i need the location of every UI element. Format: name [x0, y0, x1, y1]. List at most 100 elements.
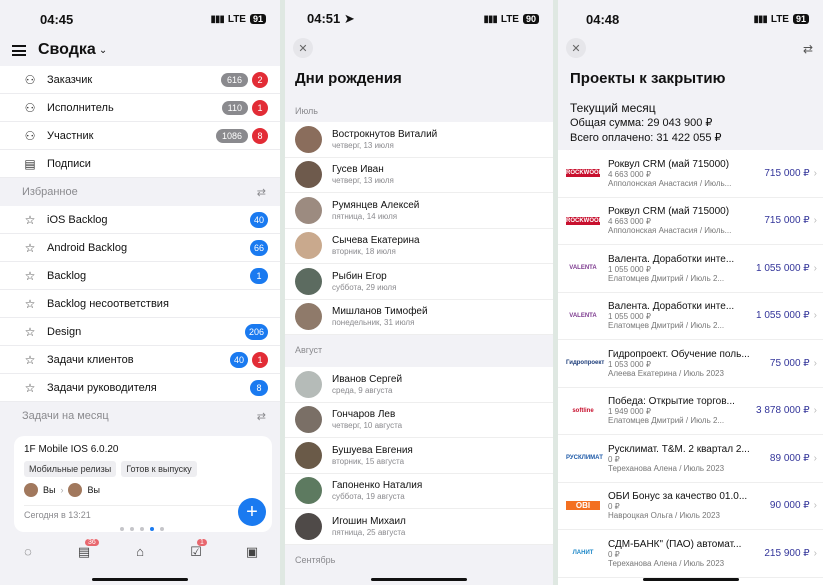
birthday-date: понедельник, 31 июля: [332, 318, 415, 328]
project-row[interactable]: Гидропроект Гидропроект. Обучение поль...…: [558, 340, 823, 388]
total-paid: Всего оплачено: 31 422 055 ₽: [570, 132, 722, 144]
project-row[interactable]: VALENTA Валента. Доработки инте... 1 055 0…: [558, 292, 823, 340]
fav-label: Android Backlog: [47, 241, 128, 254]
close-button[interactable]: ✕: [566, 38, 586, 58]
project-sum: 4 663 000 ₽: [608, 169, 651, 179]
project-row[interactable]: softline Победа: Открытие торгов... 1 949 …: [558, 387, 823, 435]
person-row[interactable]: Сычева Екатерина вторник, 18 июля: [285, 228, 553, 264]
fav-label: Задачи руководителя: [47, 381, 157, 394]
favorites-header: Избранное ⇄: [0, 178, 280, 206]
count-badge: 110: [221, 100, 248, 115]
project-row[interactable]: OBI ОБИ Бонус за качество 01.0... 0 ₽ Навро…: [558, 482, 823, 530]
role-signatures[interactable]: ▤ Подписи: [0, 150, 280, 178]
project-value: 1 055 000 ₽: [756, 310, 810, 322]
project-owner: Тереханова Алена / Июль 2023: [608, 463, 725, 473]
person-row[interactable]: Вострокнутов Виталий четверг, 13 июля: [285, 122, 553, 158]
chevron-right-icon: ›: [813, 167, 817, 179]
birthday-date: вторник, 15 августа: [332, 456, 405, 466]
birthday-date: пятница, 14 июля: [332, 211, 398, 221]
chevron-right-icon: ›: [813, 262, 817, 274]
add-button[interactable]: +: [238, 498, 266, 526]
project-sum: 1 053 000 ₽: [608, 359, 651, 369]
fav-item[interactable]: ☆ Задачи клиентов 40 1: [0, 346, 280, 374]
person-row[interactable]: Гончаров Лев четверг, 10 августа: [285, 402, 553, 438]
role-executor[interactable]: ⚇ Исполнитель 110 1: [0, 94, 280, 122]
fav-item[interactable]: ☆ Backlog 1: [0, 262, 280, 290]
project-title: Роквул CRM (май 715000): [608, 158, 730, 170]
filter-icon[interactable]: ⇄: [803, 42, 813, 56]
fav-label: Backlog несоответствия: [47, 297, 169, 310]
task-card[interactable]: 1F Mobile IOS 6.0.20 Мобильные релизы Гот…: [14, 436, 272, 532]
avatar: [295, 196, 322, 224]
project-row[interactable]: ROCKWOOL Роквул CRM (май 715000) 4 663 000…: [558, 197, 823, 245]
project-row[interactable]: РУСКЛИМАТ Русклимат. T&M. 2 квартал 2... 0…: [558, 435, 823, 483]
favorites-list: ☆ iOS Backlog 40 ☆ Android Backlog 66 ☆ Backl…: [0, 206, 280, 402]
chevron-down-icon[interactable]: ⌄: [99, 45, 107, 56]
roles-list: ⚇ Заказчик 616 2 ⚇ Исполнитель 110 1 ⚇ Участник…: [0, 66, 280, 178]
person-name: Гончаров Лев: [332, 409, 396, 421]
project-title: Роквул CRM (май 715000): [608, 206, 730, 218]
network-type: LTE: [227, 13, 246, 25]
status-time: 04:51: [307, 11, 341, 26]
menu-icon[interactable]: [12, 44, 26, 56]
roles-icon: ⚇: [24, 72, 36, 87]
birthday-date: пятница, 25 августа: [332, 527, 406, 537]
role-participant[interactable]: ⚇ Участник 1086 8: [0, 122, 280, 150]
person-row[interactable]: Мишланов Тимофей понедельник, 31 июля: [285, 299, 553, 335]
sliders-icon[interactable]: ⇄: [257, 410, 266, 423]
fav-item[interactable]: ☆ Design 206: [0, 318, 280, 346]
role-customer[interactable]: ⚇ Заказчик 616 2: [0, 66, 280, 94]
birthdays-screen: 04:51 ➤ ▮▮▮ LTE 90 ✕ Дни рождения Июль Вост…: [285, 0, 553, 585]
person-row[interactable]: Иванов Сергей среда, 9 августа: [285, 367, 553, 403]
network-type: LTE: [770, 13, 789, 25]
task-tag: Готов к выпуску: [121, 461, 197, 477]
project-row[interactable]: ЛАНИТ СДМ-БАНК" (ПАО) автомат... 0 ₽ Тереха…: [558, 530, 823, 578]
person-name: Игошин Михаил: [332, 515, 406, 527]
month-header: Июль: [285, 100, 553, 122]
task-assignee: Вы: [87, 485, 100, 495]
period-label: Текущий месяц: [570, 101, 656, 115]
birthday-date: вторник, 18 июля: [332, 247, 396, 257]
fav-item[interactable]: ☆ Задачи руководителя 8: [0, 374, 280, 402]
person-row[interactable]: Румянцев Алексей пятница, 14 июля: [285, 193, 553, 229]
project-value: 715 000 ₽: [764, 167, 810, 179]
person-row[interactable]: Гусев Иван четверг, 13 июля: [285, 157, 553, 193]
project-row[interactable]: ROCKWOOL Роквул CRM (май 715000) 4 663 000…: [558, 150, 823, 198]
summary-screen: 04:45 ▮▮▮ LTE 91 Сводка ⌄ ⚇ Заказчик 616 2 ⚇ И…: [0, 0, 280, 585]
home-icon[interactable]: ⌂: [131, 544, 149, 560]
battery-level: 91: [249, 14, 266, 24]
fav-item[interactable]: ☆ Android Backlog 66: [0, 234, 280, 262]
person-name: Гусев Иван: [332, 164, 384, 176]
avatar: [295, 232, 322, 260]
home-indicator: [371, 578, 467, 581]
notification-badge: 1: [252, 99, 268, 116]
count-badge: 40: [229, 351, 248, 368]
count-badge: 1086: [215, 128, 248, 143]
star-icon: ☆: [24, 380, 36, 395]
project-owner: Алеева Екатерина / Июль 2023: [608, 368, 724, 378]
fav-item[interactable]: ☆ iOS Backlog 40: [0, 206, 280, 234]
tasks-icon[interactable]: ▤ 36: [75, 539, 99, 560]
star-icon: ☆: [24, 240, 36, 255]
contacts-icon[interactable]: ▣: [243, 544, 261, 560]
checklist-icon[interactable]: ☑ 1: [187, 539, 207, 560]
person-row[interactable]: Гапоненко Наталия суббота, 19 августа: [285, 473, 553, 509]
count-badge: 66: [249, 239, 268, 256]
project-title: СДМ-БАНК" (ПАО) автомат...: [608, 538, 742, 550]
project-value: 715 000 ₽: [764, 215, 810, 227]
chat-icon[interactable]: ◌: [19, 544, 37, 560]
person-name: Румянцев Алексей: [332, 199, 420, 211]
sliders-icon[interactable]: ⇄: [257, 186, 266, 199]
role-label: Подписи: [47, 157, 91, 170]
client-logo: ROCKWOOL: [566, 216, 603, 225]
person-row[interactable]: Игошин Михаил пятница, 25 августа: [285, 509, 553, 545]
person-row[interactable]: Бушуева Евгения вторник, 15 августа: [285, 438, 553, 474]
battery-level: 90: [522, 14, 539, 24]
signal-icon: ▮▮▮: [753, 13, 767, 25]
project-value: 75 000 ₽: [769, 357, 810, 369]
person-row[interactable]: Рыбин Егор суббота, 29 июля: [285, 264, 553, 300]
fav-item[interactable]: ☆ Backlog несоответствия: [0, 290, 280, 318]
project-row[interactable]: VALENTA Валента. Доработки инте... 1 055 0…: [558, 245, 823, 293]
close-button[interactable]: ✕: [293, 38, 313, 58]
page-title[interactable]: Сводка: [38, 41, 96, 59]
